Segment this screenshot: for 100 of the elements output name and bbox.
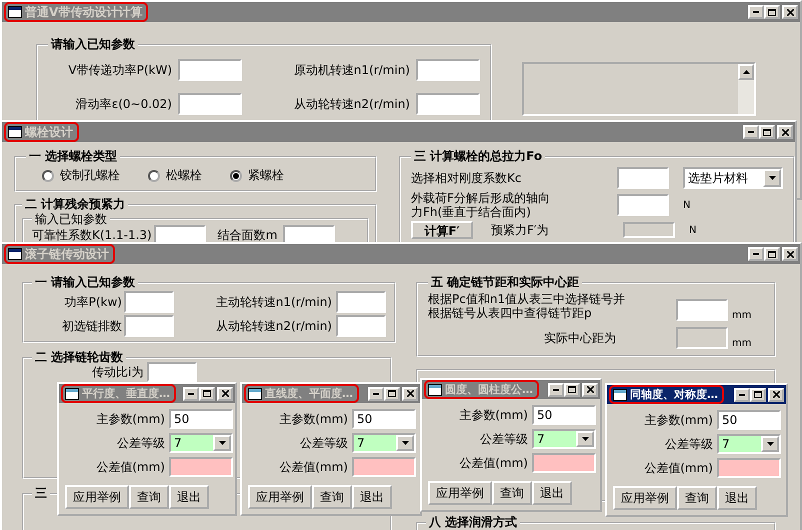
- window-title: 滚子链传动设计: [25, 246, 109, 262]
- maximize-button[interactable]: [384, 386, 400, 400]
- close-button[interactable]: [582, 382, 598, 396]
- input-field[interactable]: [623, 222, 675, 238]
- dropdown-value: 7: [537, 432, 545, 446]
- maximize-button[interactable]: [750, 388, 766, 402]
- calculate-button[interactable]: 计算F′: [411, 221, 473, 239]
- maximize-icon: [203, 390, 211, 397]
- field-label: 外载荷F分解后形成的轴向 力Fh(垂直于结合面内): [411, 191, 551, 219]
- maximize-button[interactable]: [764, 5, 780, 19]
- minimize-button[interactable]: [734, 388, 750, 402]
- input-field[interactable]: [717, 458, 781, 478]
- close-icon: [222, 390, 228, 397]
- maximize-icon: [754, 391, 762, 398]
- minimize-button[interactable]: [743, 125, 759, 139]
- minimize-icon: [753, 11, 759, 13]
- field-label: 从动轮转速n2(r/min): [292, 96, 410, 112]
- input-field[interactable]: [617, 194, 669, 216]
- input-field[interactable]: [169, 457, 233, 477]
- window-icon: [613, 388, 627, 400]
- maximize-icon: [768, 8, 776, 16]
- action-button[interactable]: 查询: [129, 485, 169, 509]
- input-field[interactable]: [178, 93, 242, 115]
- input-field[interactable]: 50: [532, 405, 596, 425]
- input-field[interactable]: [416, 59, 480, 81]
- action-button[interactable]: 查询: [312, 485, 352, 509]
- input-field[interactable]: [676, 327, 728, 349]
- close-button[interactable]: [217, 386, 233, 400]
- close-icon: [586, 386, 594, 393]
- minimize-icon: [739, 394, 745, 396]
- group-title: 三: [34, 485, 48, 502]
- field-label: 预紧力F′为: [490, 222, 550, 238]
- field-label: 公差值(mm): [458, 454, 528, 472]
- up-arrow-icon: [742, 70, 750, 74]
- radio-button[interactable]: 松螺栓: [148, 167, 202, 184]
- input-field[interactable]: [416, 93, 480, 115]
- group-title: 输入已知参数: [34, 213, 108, 225]
- field-label: 可靠性系数K(1.1-1.3): [32, 226, 152, 244]
- input-field[interactable]: [147, 362, 198, 382]
- minimize-button[interactable]: [368, 386, 384, 400]
- maximize-button[interactable]: [199, 386, 215, 400]
- action-button[interactable]: 应用举例: [248, 485, 312, 509]
- minimize-button[interactable]: [748, 5, 764, 19]
- field-label: 结合面数m: [218, 226, 278, 244]
- field-label: 原动机转速n1(r/min): [292, 62, 410, 78]
- field-label: 初选链排数: [61, 318, 122, 334]
- field-label: V带传递功率P(kW): [67, 62, 172, 78]
- input-field[interactable]: [124, 291, 174, 313]
- dropdown[interactable]: 7: [717, 434, 781, 454]
- action-button[interactable]: 查询: [677, 486, 717, 510]
- action-button[interactable]: 退出: [352, 485, 392, 509]
- radio-button[interactable]: 铰制孔螺栓: [42, 167, 120, 184]
- action-button[interactable]: 查询: [492, 481, 532, 505]
- dropdown[interactable]: 7: [352, 433, 416, 453]
- maximize-button[interactable]: [564, 382, 580, 396]
- maximize-button[interactable]: [764, 247, 780, 261]
- input-field[interactable]: [617, 167, 669, 189]
- scroll-up-button[interactable]: [738, 64, 754, 80]
- input-field[interactable]: [532, 453, 596, 473]
- input-field[interactable]: [676, 299, 728, 321]
- action-button[interactable]: 应用举例: [65, 485, 129, 509]
- radio-button[interactable]: 紧螺栓: [230, 167, 284, 184]
- close-icon: [786, 250, 794, 258]
- dropdown[interactable]: 7: [532, 429, 596, 449]
- minimize-button[interactable]: [548, 382, 564, 396]
- close-icon: [772, 391, 780, 398]
- input-field[interactable]: 50: [169, 409, 233, 429]
- input-field[interactable]: [352, 457, 416, 477]
- window-icon: [248, 388, 262, 400]
- field-label: 实际中心距为: [543, 330, 617, 346]
- window-title: 普通V带传动设计计算: [25, 4, 142, 20]
- minimize-button[interactable]: [183, 386, 199, 400]
- input-field[interactable]: [336, 291, 386, 313]
- close-button[interactable]: [782, 247, 798, 261]
- dropdown[interactable]: 7: [169, 433, 233, 453]
- dropdown-value: 7: [174, 436, 182, 450]
- dropdown[interactable]: 选垫片材料: [683, 167, 783, 189]
- action-button[interactable]: 退出: [717, 486, 757, 510]
- input-field[interactable]: [178, 59, 242, 81]
- close-button[interactable]: [777, 125, 793, 139]
- maximize-button[interactable]: [759, 125, 775, 139]
- input-field[interactable]: [124, 315, 174, 337]
- action-button[interactable]: 退出: [532, 481, 572, 505]
- action-button[interactable]: 退出: [169, 485, 209, 509]
- minimize-button[interactable]: [748, 247, 764, 261]
- group-title: 二 计算残余预紧力: [24, 196, 126, 213]
- window-icon: [428, 384, 442, 396]
- minimize-icon: [188, 392, 194, 394]
- input-field[interactable]: 50: [717, 410, 781, 430]
- input-field[interactable]: 50: [352, 409, 416, 429]
- close-button[interactable]: [768, 388, 784, 402]
- group-title: 一 选择螺栓类型: [28, 148, 118, 165]
- action-button[interactable]: 应用举例: [613, 486, 677, 510]
- close-button[interactable]: [402, 386, 418, 400]
- unit-label: N: [683, 200, 690, 210]
- window-title: 平行度、垂直度…: [82, 386, 170, 401]
- action-button[interactable]: 应用举例: [428, 481, 492, 505]
- field-label: 功率P(kw): [64, 294, 122, 310]
- close-button[interactable]: [782, 5, 798, 19]
- input-field[interactable]: [336, 315, 386, 337]
